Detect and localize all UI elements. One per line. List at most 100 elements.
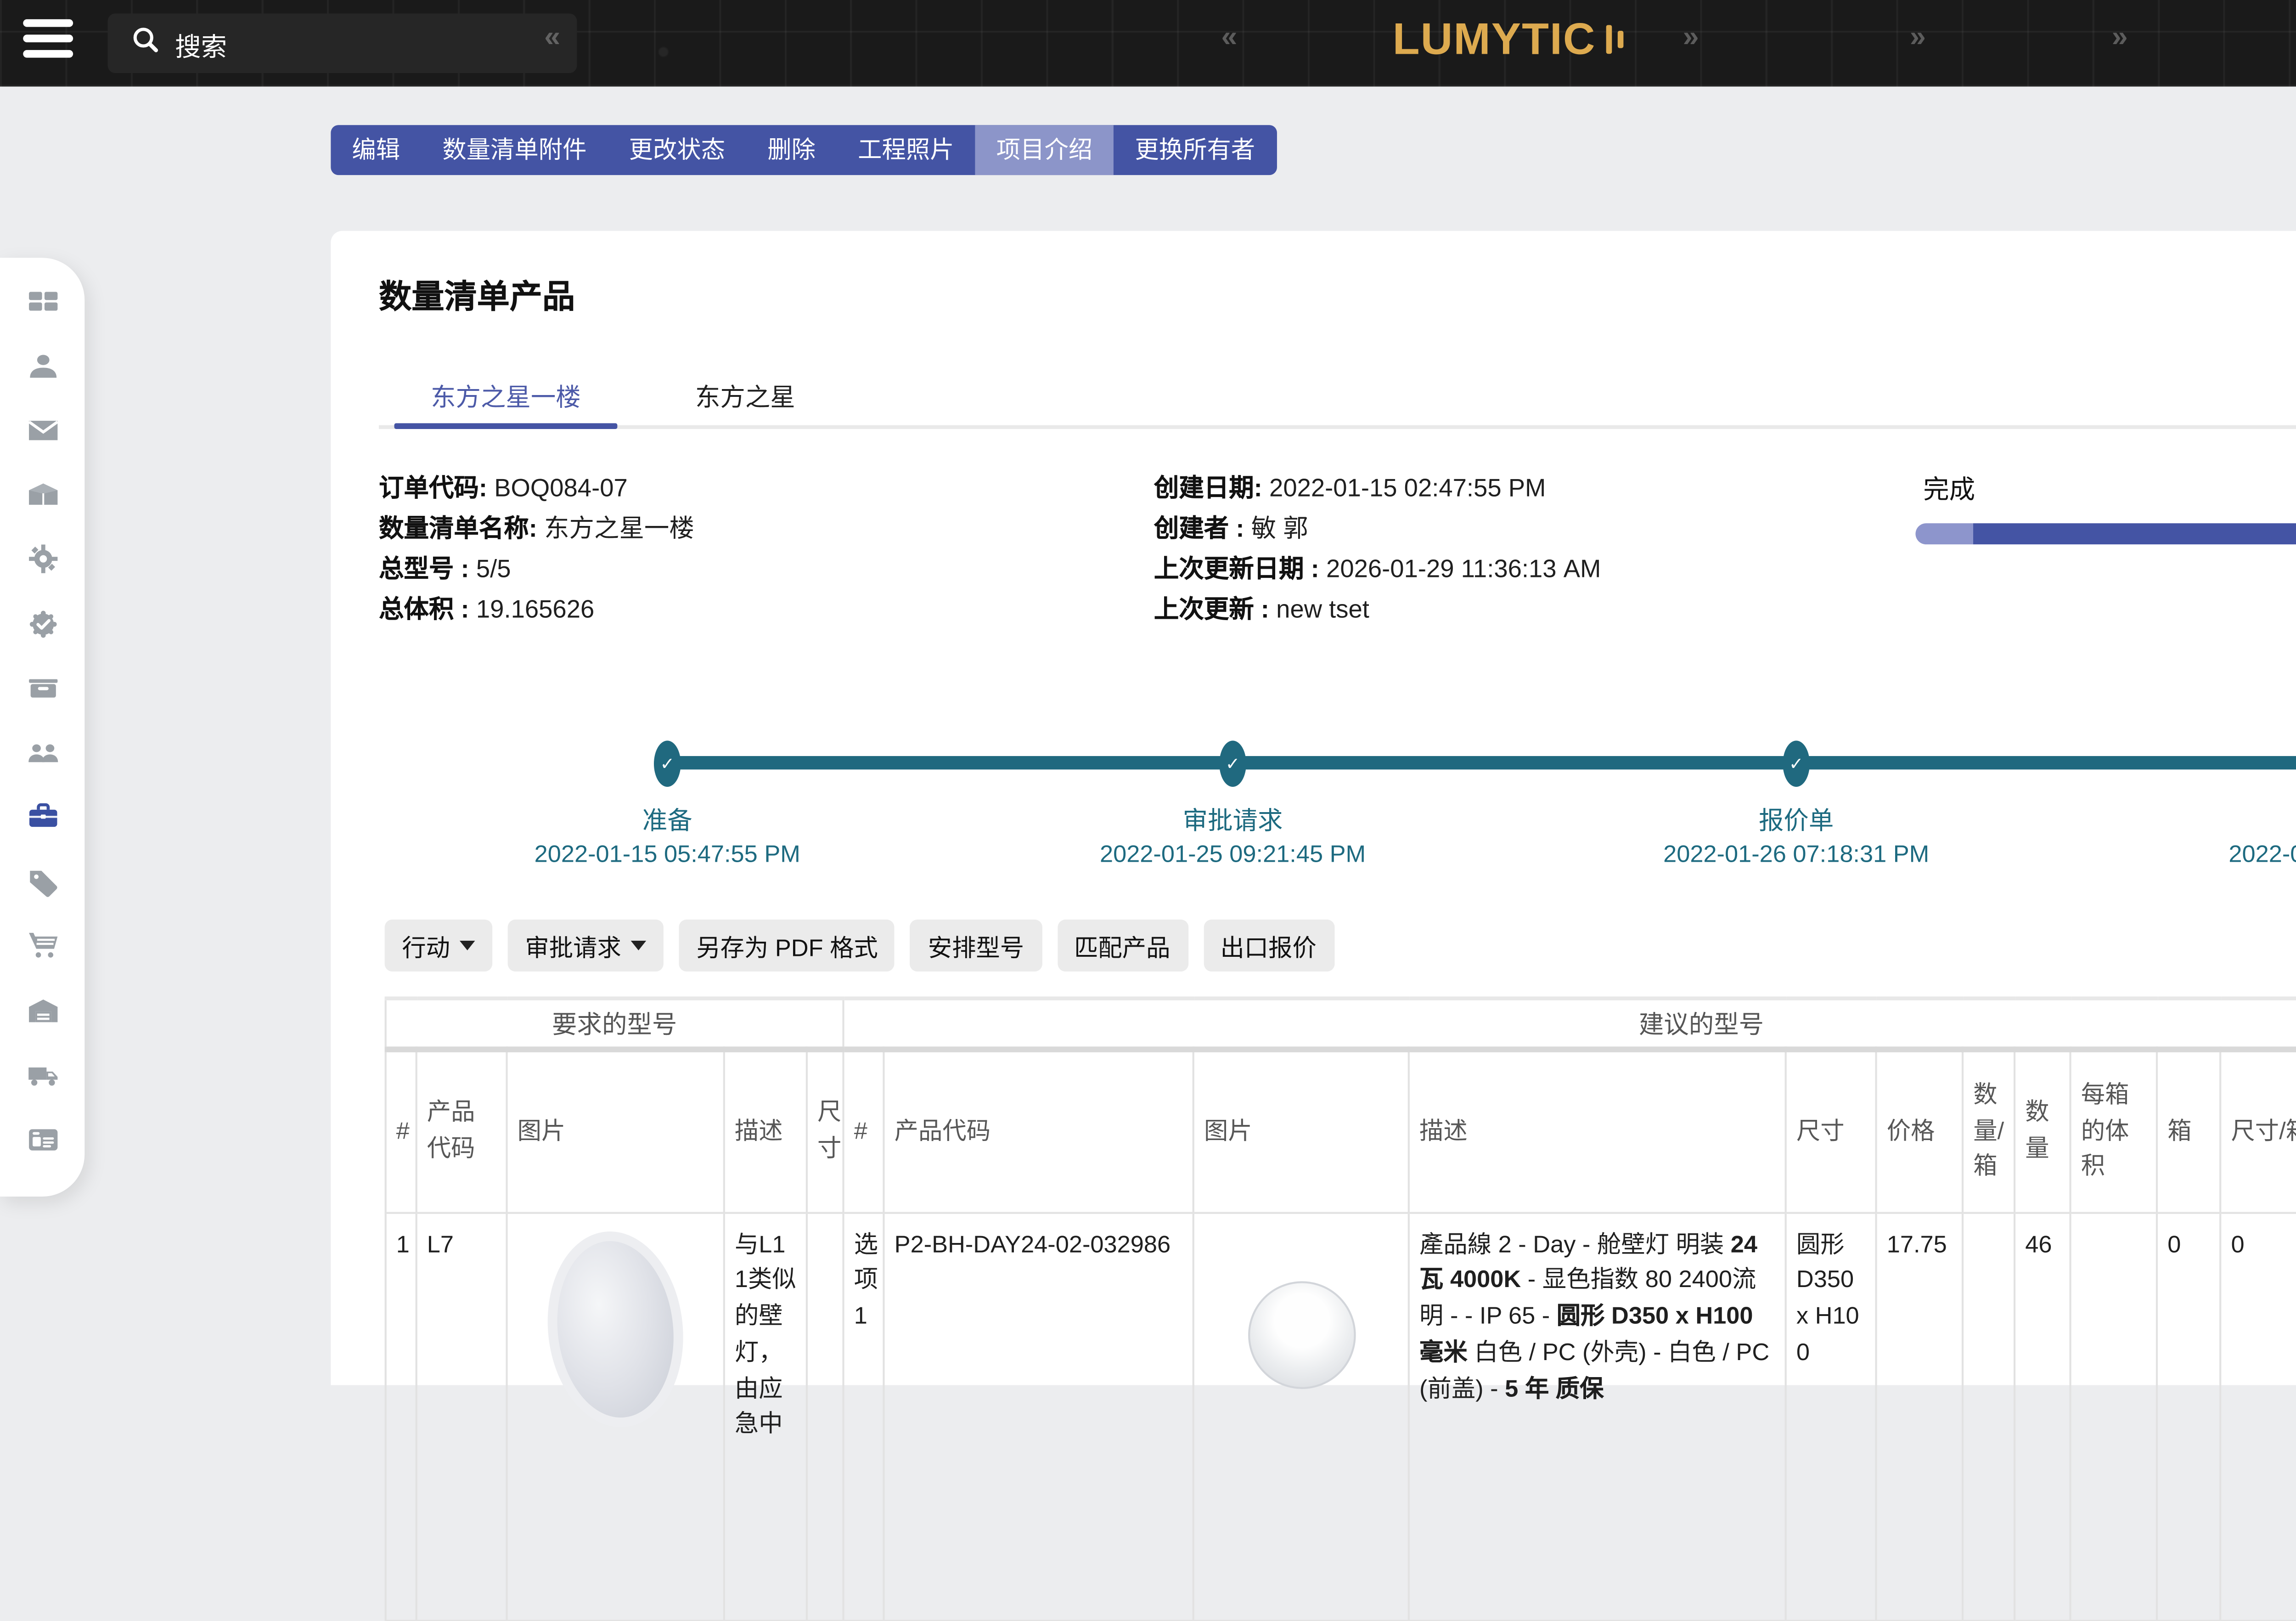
lumytic-logo: LUMYTIC	[1393, 13, 1623, 65]
timeline-step-name: 审批请求	[1079, 800, 1387, 837]
col-header-size-per-box: 尺寸/箱	[2220, 1049, 2296, 1212]
export-quote-button[interactable]: 出口报价	[1203, 920, 1334, 971]
approval-request-dropdown-button[interactable]: 审批请求	[508, 920, 664, 971]
cell-sug-num: 选项 1	[844, 1212, 884, 1620]
progress-label: 完成	[1923, 468, 1975, 506]
col-header-sug-code: 产品代码	[884, 1049, 1193, 1212]
boq-products-card: 数量清单产品 + 添加 东方之星一楼 东方之星 订单代码: BOQ084-07 …	[331, 231, 2296, 1385]
action-delete[interactable]: 删除	[746, 125, 837, 175]
hamburger-menu-icon[interactable]	[23, 19, 81, 68]
col-header-req-code: 产品代码	[416, 1049, 507, 1212]
detail-total-volume: 总体积 : 19.165626	[379, 589, 594, 626]
cell-req-code: L7	[416, 1212, 507, 1620]
action-change-owner[interactable]: 更换所有者	[1114, 125, 1276, 175]
action-project-photos[interactable]: 工程照片	[837, 125, 975, 175]
record-action-bar: 编辑 数量清单附件 更改状态 删除 工程照片 项目介绍 更换所有者	[331, 125, 1276, 175]
action-change-status[interactable]: 更改状态	[608, 125, 747, 175]
boq-products-table: 要求的型号 建议的型号 # 产品代码 图片 描述 尺寸 # 产品代码 图片 描述…	[385, 996, 2296, 1621]
detail-total-models: 总型号 : 5/5	[379, 548, 511, 585]
tab-dongfangzhixing[interactable]: 东方之星	[654, 377, 837, 414]
decor-chevron: «	[544, 21, 560, 54]
truck-icon[interactable]	[27, 1058, 60, 1090]
group-header-requested: 要求的型号	[386, 999, 844, 1049]
col-header-sug-image: 图片	[1193, 1049, 1409, 1212]
cell-size-per-box: 0	[2220, 1212, 2296, 1620]
action-edit[interactable]: 编辑	[331, 125, 421, 175]
timeline-step-date: 2022-01-26 09:08:29 PM	[2179, 841, 2296, 868]
side-nav	[0, 258, 84, 1197]
cell-qty: 46	[2015, 1212, 2070, 1620]
save-as-pdf-button[interactable]: 另存为 PDF 格式	[679, 920, 895, 971]
detail-last-update: 上次更新 : new tset	[1154, 589, 1369, 626]
cart-icon[interactable]	[27, 929, 60, 962]
cell-req-image	[507, 1212, 724, 1620]
cell-sug-image	[1193, 1212, 1409, 1620]
detail-creator: 创建者 : 敏 郭	[1154, 508, 1308, 545]
decor-chevron: «	[1221, 21, 1237, 54]
team-icon[interactable]	[27, 736, 60, 768]
briefcase-icon-active[interactable]	[27, 800, 60, 833]
cell-num: 1	[386, 1212, 416, 1620]
tab-dongfangzhixing-yilou[interactable]: 东方之星一楼	[398, 377, 613, 414]
col-header-price: 价格	[1876, 1049, 1963, 1212]
col-header-qty: 数量	[2015, 1049, 2070, 1212]
search-input[interactable]: 搜索	[108, 13, 577, 73]
action-project-intro[interactable]: 项目介绍	[975, 125, 1114, 175]
cell-box: 0	[2157, 1212, 2220, 1620]
decor-chevron: »	[1683, 21, 1699, 54]
cell-qty-per-box	[1963, 1212, 2015, 1620]
action-boq-attachments[interactable]: 数量清单附件	[421, 125, 608, 175]
quality-badge-icon[interactable]	[27, 607, 60, 639]
detail-boq-name: 数量清单名称: 东方之星一楼	[379, 508, 694, 545]
detail-order-code: 订单代码: BOQ084-07	[379, 468, 628, 504]
col-header-sug-desc: 描述	[1409, 1049, 1786, 1212]
col-header-sug-num: #	[844, 1049, 884, 1212]
dashboard-icon[interactable]	[27, 285, 60, 317]
inbox-icon[interactable]	[27, 672, 60, 704]
table-toolbar: 行动 审批请求 另存为 PDF 格式 安排型号 匹配产品 出口报价	[385, 920, 1334, 971]
status-timeline: ✓ ✓ ✓ 准备 审批请求 报价单 关闭 2022-01-15 05:47:55…	[331, 727, 2296, 881]
col-header-req-size: 尺寸	[807, 1049, 844, 1212]
cell-price: 17.75	[1876, 1212, 1963, 1620]
timeline-step-date: 2022-01-15 05:47:55 PM	[484, 841, 850, 868]
col-header-vol-per-box: 每箱的体积	[2071, 1049, 2157, 1212]
table-row[interactable]: 1 L7 与L11类似的壁灯，由应急中 选项 1 P2-BH-DAY24-02-…	[386, 1212, 2296, 1620]
active-tab-indicator	[394, 422, 618, 428]
cell-req-size	[807, 1212, 844, 1620]
cell-sug-size: 圆形 D350 x H100	[1786, 1212, 1876, 1620]
match-products-button[interactable]: 匹配产品	[1057, 920, 1187, 971]
progress-bar	[1915, 523, 2296, 544]
caret-down-icon	[460, 941, 475, 950]
caret-down-icon	[631, 941, 647, 950]
col-header-qty-per-box: 数量/箱	[1963, 1049, 2015, 1212]
decor-chevron: »	[1910, 21, 1926, 54]
timeline-node-approval: ✓	[1219, 740, 1246, 787]
page: 搜索 « « » » » « LUMYTIC T	[0, 0, 2296, 1376]
timeline-line	[667, 756, 2296, 769]
group-header-suggested: 建议的型号	[844, 999, 2296, 1049]
requested-product-photo	[538, 1224, 692, 1433]
warehouse-icon[interactable]	[27, 994, 60, 1026]
timeline-step-date: 2022-01-26 07:18:31 PM	[1614, 841, 1979, 868]
col-header-num: #	[386, 1049, 416, 1212]
timeline-node-quotation: ✓	[1783, 740, 1810, 787]
suggested-product-photo	[1247, 1280, 1355, 1388]
mail-nav-icon[interactable]	[27, 413, 60, 446]
user-icon[interactable]	[27, 349, 60, 382]
actions-dropdown-button[interactable]: 行动	[385, 920, 493, 971]
timeline-step-name: 报价单	[1643, 800, 1950, 837]
timeline-step-date: 2022-01-25 09:21:45 PM	[1050, 841, 1416, 868]
timeline-step-name: 准备	[513, 800, 821, 837]
id-card-icon[interactable]	[27, 1123, 60, 1155]
tabs-divider	[379, 425, 2296, 429]
col-header-box: 箱	[2157, 1049, 2220, 1212]
detail-last-updated-date: 上次更新日期 : 2026-01-29 11:36:13 AM	[1154, 548, 1601, 585]
cell-sug-desc: 產品線 2 - Day - 舱壁灯 明装 24瓦 4000K - 显色指数 80…	[1409, 1212, 1786, 1620]
arrange-models-button[interactable]: 安排型号	[911, 920, 1041, 971]
decor-chevron: »	[2112, 21, 2128, 54]
col-header-req-image: 图片	[507, 1049, 724, 1212]
tag-icon[interactable]	[27, 865, 60, 898]
package-icon[interactable]	[27, 478, 60, 511]
cell-vol-per-box	[2071, 1212, 2157, 1620]
settings-gear-icon[interactable]	[27, 542, 60, 575]
